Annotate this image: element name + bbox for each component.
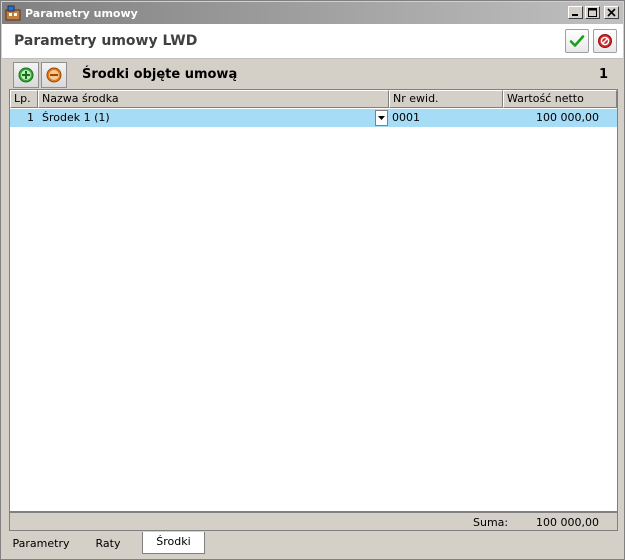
plus-icon xyxy=(18,67,34,83)
minimize-icon xyxy=(572,14,578,16)
title-bar[interactable]: Parametry umowy xyxy=(2,2,623,24)
item-count: 1 xyxy=(598,67,608,82)
name-dropdown-button[interactable] xyxy=(375,110,388,126)
window-controls xyxy=(568,6,619,19)
minimize-button[interactable] xyxy=(568,6,583,19)
page-title: Parametry umowy LWD xyxy=(14,33,198,49)
column-header-lp[interactable]: Lp. xyxy=(10,90,38,108)
maximize-button[interactable] xyxy=(585,6,600,19)
section-toolbar: Środki objęte umową 1 xyxy=(9,61,618,89)
close-icon xyxy=(607,8,616,17)
remove-item-button[interactable] xyxy=(41,62,67,88)
cell-name[interactable]: Środek 1 (1) xyxy=(42,109,372,127)
sum-value: 100 000,00 xyxy=(536,516,599,529)
app-icon xyxy=(5,5,21,21)
column-header-value[interactable]: Wartość netto xyxy=(503,90,617,108)
check-icon xyxy=(569,35,585,47)
assets-table: Lp. Nazwa środka Nr ewid. Wartość netto … xyxy=(9,89,618,512)
section-title: Środki objęte umową xyxy=(82,67,238,82)
cell-value[interactable]: 100 000,00 xyxy=(503,109,599,127)
minus-icon xyxy=(46,67,62,83)
confirm-button[interactable] xyxy=(565,29,589,53)
table-row[interactable]: 1 Środek 1 (1) 0001 100 000,00 xyxy=(10,109,617,127)
tab-srodki[interactable]: Środki xyxy=(142,532,205,554)
add-item-button[interactable] xyxy=(13,62,39,88)
maximize-icon xyxy=(588,8,597,17)
tab-strip: Parametry Raty Środki xyxy=(2,532,623,558)
cell-nr-ewid[interactable]: 0001 xyxy=(392,109,502,127)
column-header-name[interactable]: Nazwa środka xyxy=(38,90,389,108)
tab-parametry[interactable]: Parametry xyxy=(8,534,74,554)
cancel-icon xyxy=(598,34,612,48)
cell-lp: 1 xyxy=(27,111,34,124)
column-header-nr-ewid[interactable]: Nr ewid. xyxy=(389,90,503,108)
cancel-button[interactable] xyxy=(593,29,617,53)
close-button[interactable] xyxy=(604,6,619,19)
tab-raty[interactable]: Raty xyxy=(74,534,142,554)
window-title: Parametry umowy xyxy=(25,6,138,20)
summary-bar: Suma: 100 000,00 xyxy=(9,512,618,531)
sum-label: Suma: xyxy=(473,516,509,529)
chevron-down-icon xyxy=(378,116,385,120)
dialog-header: Parametry umowy LWD xyxy=(2,24,623,59)
table-header: Lp. Nazwa środka Nr ewid. Wartość netto xyxy=(10,90,617,108)
dialog-window: Parametry umowy Parametry umowy LWD Środ… xyxy=(0,0,625,560)
